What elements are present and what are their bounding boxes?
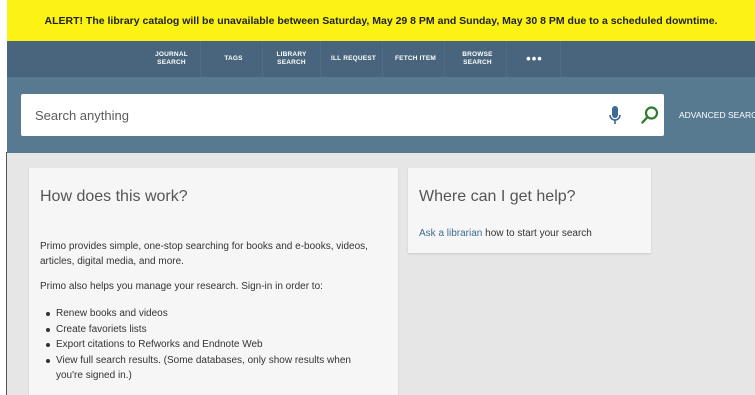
main-content: How does this work? Primo provides simpl…: [7, 153, 755, 395]
help-rest-text: how to start your search: [482, 228, 592, 239]
nav-label: BROWSE: [462, 51, 493, 58]
nav-label: JOURNAL: [155, 51, 188, 58]
alert-banner: ALERT! The library catalog will be unava…: [7, 0, 755, 41]
search-input[interactable]: [21, 94, 581, 136]
how-it-works-para1: Primo provides simple, one-stop searchin…: [40, 241, 368, 267]
magnifier-icon[interactable]: [640, 105, 660, 125]
list-item: View full search results. (Some database…: [44, 353, 364, 384]
list-item: Export citations to Refworks and Endnote…: [44, 337, 364, 353]
help-text: Ask a librarian how to start your search: [419, 226, 592, 241]
main-nav: JOURNAL SEARCH TAGS LIBRARY SEARCH ILL REQ…: [7, 41, 755, 77]
nav-journal-search[interactable]: JOURNAL SEARCH: [143, 41, 201, 77]
nav-tags[interactable]: TAGS: [205, 41, 263, 77]
ask-librarian-link[interactable]: Ask a librarian: [419, 228, 482, 239]
microphone-icon[interactable]: [608, 105, 622, 127]
nav-ill-request[interactable]: ILL REQUEST: [325, 41, 383, 77]
nav-label: SEARCH: [277, 59, 306, 66]
nav-label: SEARCH: [463, 59, 492, 66]
nav-more-button[interactable]: •••: [509, 41, 561, 77]
search-bar-area: ADVANCED SEARC: [7, 77, 755, 153]
search-box: [21, 94, 664, 136]
advanced-search-link[interactable]: ADVANCED SEARC: [679, 110, 755, 120]
how-it-works-title: How does this work?: [40, 188, 188, 205]
nav-browse-search[interactable]: BROWSE SEARCH: [449, 41, 507, 77]
nav-label: FETCH ITEM: [395, 55, 436, 62]
how-it-works-para2: Primo also helps you manage your researc…: [40, 281, 323, 292]
help-title: Where can I get help?: [419, 188, 576, 205]
nav-label: LIBRARY: [276, 51, 307, 58]
list-item: Renew books and videos: [44, 306, 364, 322]
help-card: Where can I get help? Ask a librarian ho…: [408, 168, 651, 253]
alert-text: ALERT! The library catalog will be unava…: [44, 14, 718, 27]
nav-label: ILL REQUEST: [330, 55, 377, 62]
nav-label: TAGS: [224, 55, 243, 62]
left-edge: [0, 0, 7, 395]
nav-label: SEARCH: [157, 59, 186, 66]
features-list: Renew books and videos Create favoriets …: [44, 306, 364, 384]
how-it-works-card: How does this work? Primo provides simpl…: [29, 168, 398, 395]
nav-fetch-item[interactable]: FETCH ITEM: [387, 41, 445, 77]
more-dots-icon: •••: [526, 51, 543, 66]
nav-library-search[interactable]: LIBRARY SEARCH: [263, 41, 321, 77]
list-item: Create favoriets lists: [44, 322, 364, 338]
